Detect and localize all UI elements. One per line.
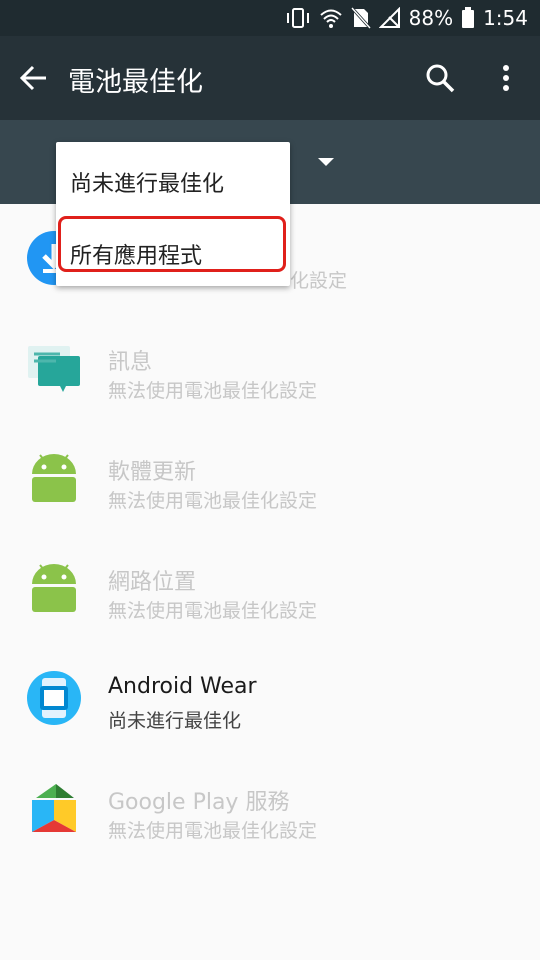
filter-dropdown-menu: 尚未進行最佳化 所有應用程式 bbox=[56, 142, 290, 286]
app-status: 無法使用電池最佳化設定 bbox=[108, 490, 318, 512]
dropdown-arrow-icon[interactable] bbox=[318, 158, 334, 166]
app-status: 化設定 bbox=[290, 270, 348, 292]
battery-icon bbox=[461, 7, 475, 29]
app-status: 無法使用電池最佳化設定 bbox=[108, 380, 318, 402]
dropdown-option-all-apps[interactable]: 所有應用程式 bbox=[70, 238, 202, 270]
dropdown-option-not-optimized[interactable]: 尚未進行最佳化 bbox=[70, 166, 224, 198]
list-item[interactable]: 訊息 無法使用電池最佳化設定 bbox=[0, 314, 540, 424]
app-name: 網路位置 bbox=[108, 570, 197, 595]
list-item[interactable]: 網路位置 無法使用電池最佳化設定 bbox=[0, 534, 540, 644]
app-bar: 電池最佳化 bbox=[0, 36, 540, 120]
messages-icon bbox=[26, 340, 82, 396]
status-bar: 88% 1:54 bbox=[0, 0, 540, 36]
android-icon bbox=[26, 450, 82, 506]
google-play-services-icon bbox=[26, 780, 82, 836]
more-vert-icon[interactable] bbox=[494, 62, 518, 94]
app-name: Google Play 服務 bbox=[108, 790, 290, 815]
wifi-icon bbox=[319, 7, 343, 29]
android-wear-icon bbox=[26, 670, 82, 726]
no-signal-icon bbox=[378, 7, 401, 29]
clock: 1:54 bbox=[483, 6, 528, 30]
app-status: 尚未進行最佳化 bbox=[108, 710, 242, 732]
list-item[interactable]: Google Play 服務 無法使用電池最佳化設定 bbox=[0, 754, 540, 864]
list-item[interactable]: 軟體更新 無法使用電池最佳化設定 bbox=[0, 424, 540, 534]
no-sim-icon bbox=[350, 7, 371, 29]
back-arrow-icon[interactable] bbox=[18, 62, 50, 94]
page-title: 電池最佳化 bbox=[68, 67, 203, 98]
app-name: 訊息 bbox=[108, 350, 153, 375]
app-name: 軟體更新 bbox=[108, 460, 197, 485]
app-name: Android Wear bbox=[108, 674, 257, 699]
app-status: 無法使用電池最佳化設定 bbox=[108, 820, 318, 842]
android-icon bbox=[26, 560, 82, 616]
search-icon[interactable] bbox=[424, 62, 456, 94]
vibrate-icon bbox=[285, 7, 311, 29]
battery-percent: 88% bbox=[408, 6, 454, 30]
app-status: 無法使用電池最佳化設定 bbox=[108, 600, 318, 622]
list-item[interactable]: Android Wear 尚未進行最佳化 bbox=[0, 644, 540, 754]
